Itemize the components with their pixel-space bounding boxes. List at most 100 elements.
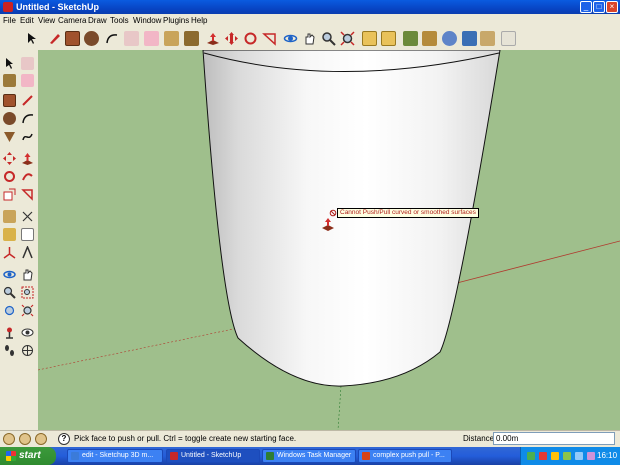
axes-tool-icon[interactable]: [3, 246, 16, 259]
position-camera-icon[interactable]: [3, 326, 16, 339]
add-location-icon[interactable]: [403, 31, 418, 46]
menu-draw[interactable]: Draw: [88, 16, 107, 26]
main-toolbar: [0, 28, 620, 51]
browser-icon: [71, 452, 79, 460]
pan-hand-icon[interactable]: [302, 31, 317, 46]
windows-logo-icon: [6, 451, 16, 461]
menu-edit[interactable]: Edit: [20, 16, 34, 26]
3d-text-tool-icon[interactable]: [21, 245, 34, 259]
circle-icon[interactable]: [84, 31, 99, 46]
zoom-extents-tool-icon[interactable]: [21, 304, 34, 317]
arc-icon[interactable]: [104, 31, 119, 46]
tray-network-icon[interactable]: [527, 452, 535, 460]
push-pull-icon[interactable]: [205, 31, 220, 46]
polygon-tool-icon[interactable]: [3, 130, 16, 143]
tape-measure-tool-icon[interactable]: [3, 210, 16, 223]
circle-tool-icon[interactable]: [3, 112, 16, 125]
arc-tool-icon[interactable]: [21, 112, 34, 125]
freehand-tool-icon[interactable]: [21, 130, 34, 143]
eraser-icon[interactable]: [144, 31, 159, 46]
help-icon[interactable]: ?: [58, 433, 70, 445]
walk-icon[interactable]: [3, 344, 16, 357]
tape-measure-icon[interactable]: [164, 31, 179, 46]
menu-file[interactable]: File: [3, 16, 16, 26]
maximize-button[interactable]: □: [593, 1, 605, 13]
model-scene: [38, 50, 620, 430]
taskbar-clock: 16:10: [597, 451, 618, 460]
sketchup-icon: [170, 452, 178, 460]
paint-bucket-icon[interactable]: [184, 31, 199, 46]
credits-icon[interactable]: [19, 433, 31, 445]
scale-tool-icon[interactable]: [3, 188, 16, 201]
status-hint: Pick face to push or pull. Ctrl = toggle…: [74, 434, 297, 443]
offset-tool-icon[interactable]: [21, 188, 34, 201]
toggle-terrain-icon[interactable]: [422, 31, 437, 46]
pan-tool-icon[interactable]: [21, 268, 34, 281]
push-pull-tool-icon[interactable]: [21, 152, 34, 165]
tray-volume-icon[interactable]: [575, 452, 583, 460]
zoom-extents-icon[interactable]: [340, 31, 355, 46]
tray-update-icon[interactable]: [551, 452, 559, 460]
share-model-icon[interactable]: [381, 31, 396, 46]
get-models-icon[interactable]: [362, 31, 377, 46]
green-axis-line: [337, 385, 342, 430]
menu-view[interactable]: View: [38, 16, 55, 26]
google-earth-icon[interactable]: [442, 31, 457, 46]
zoom-window-tool-icon[interactable]: [21, 286, 34, 299]
taskbar-item-sketchup[interactable]: Untitled - SketchUp: [166, 449, 260, 463]
tray-task-manager-icon[interactable]: [563, 452, 571, 460]
photo-textures-icon[interactable]: [462, 31, 477, 46]
orbit-icon[interactable]: [283, 31, 298, 46]
geolocation-icon[interactable]: [3, 433, 15, 445]
rectangle-icon[interactable]: [65, 31, 80, 46]
zoom-tool-icon[interactable]: [3, 286, 16, 299]
close-button[interactable]: ×: [606, 1, 618, 13]
dimension-tool-icon[interactable]: [21, 210, 34, 223]
orbit-tool-icon[interactable]: [3, 268, 16, 281]
left-toolbar: [0, 50, 39, 430]
offset-icon[interactable]: [262, 31, 277, 46]
taskbar-item-paint[interactable]: complex push pull - P...: [358, 449, 452, 463]
tray-misc-icon[interactable]: [587, 452, 595, 460]
zoom-icon[interactable]: [321, 31, 336, 46]
protractor-tool-icon[interactable]: [3, 228, 16, 241]
component-icon[interactable]: [21, 57, 34, 70]
taskbar-item-browser[interactable]: edit - Sketchup 3D m...: [67, 449, 163, 463]
rotate-tool-icon[interactable]: [3, 170, 16, 183]
line-tool-icon[interactable]: [21, 94, 34, 107]
pencil-icon[interactable]: [47, 31, 62, 46]
eraser-tool-icon[interactable]: [21, 74, 34, 87]
3d-viewport[interactable]: Cannot Push/Pull curved or smoothed surf…: [38, 50, 620, 430]
extension-icon[interactable]: [501, 31, 516, 46]
menu-bar: File Edit View Camera Draw Tools Window …: [0, 14, 620, 28]
warehouse-icon[interactable]: [480, 31, 495, 46]
menu-plugins[interactable]: Plugins: [163, 16, 189, 26]
tray-security-icon[interactable]: [539, 452, 547, 460]
paint-icon[interactable]: [3, 74, 16, 87]
distance-input[interactable]: 0.00m: [493, 432, 615, 445]
status-bar: ? Pick face to push or pull. Ctrl = togg…: [0, 430, 620, 448]
previous-view-icon[interactable]: [3, 304, 16, 317]
select-icon[interactable]: [3, 57, 16, 70]
text-tool-icon[interactable]: [21, 228, 34, 241]
minimize-button[interactable]: _: [580, 1, 592, 13]
look-around-icon[interactable]: [21, 326, 34, 339]
error-tooltip: Cannot Push/Pull curved or smoothed surf…: [337, 208, 479, 218]
menu-help[interactable]: Help: [191, 16, 207, 26]
rotate-icon[interactable]: [243, 31, 258, 46]
move-tool-icon[interactable]: [3, 152, 16, 165]
select-arrow-icon[interactable]: [24, 31, 39, 46]
menu-tools[interactable]: Tools: [110, 16, 129, 26]
menu-camera[interactable]: Camera: [58, 16, 86, 26]
rectangle-tool-icon[interactable]: [3, 94, 16, 107]
make-component-icon[interactable]: [124, 31, 139, 46]
follow-me-icon[interactable]: [21, 170, 34, 183]
section-plane-icon[interactable]: [21, 344, 34, 357]
start-button[interactable]: start: [0, 447, 56, 465]
distance-label: Distance: [463, 434, 495, 443]
taskbar-item-task-manager[interactable]: Windows Task Manager: [262, 449, 356, 463]
user-icon[interactable]: [35, 433, 47, 445]
task-manager-icon: [266, 452, 274, 460]
move-icon[interactable]: [224, 31, 239, 46]
menu-window[interactable]: Window: [133, 16, 161, 26]
